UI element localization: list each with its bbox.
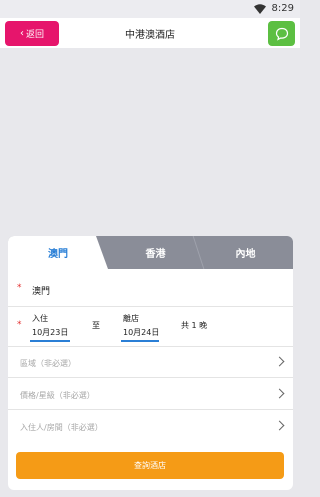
chevron-right-icon xyxy=(274,356,285,367)
price-star-row[interactable]: 價格/星級（非必選） xyxy=(8,378,293,410)
hotel-search-panel: 澳門 香港 內地 * 澳門 * 入住 10月23日 至 離店 10月24日 共 … xyxy=(8,236,293,490)
city-row[interactable]: * 澳門 xyxy=(8,269,293,307)
city-value: 澳門 xyxy=(32,287,51,297)
chevron-right-icon xyxy=(274,420,285,431)
page-title: 中港澳酒店 xyxy=(125,30,175,41)
chevron-right-icon xyxy=(274,388,285,399)
wifi-icon xyxy=(254,4,266,14)
tab-macau[interactable]: 澳門 xyxy=(8,236,108,269)
region-tabs: 澳門 香港 內地 xyxy=(8,236,293,269)
price-star-label: 價格/星級（非必選） xyxy=(20,391,95,400)
chat-bubble-icon xyxy=(275,27,288,41)
nights-count: 共 1 晚 xyxy=(181,321,208,330)
required-mark: * xyxy=(17,283,22,293)
guests-rooms-row[interactable]: 入住人/房間（非必選） xyxy=(8,410,293,443)
checkin-date[interactable]: 10月23日 xyxy=(32,327,68,338)
district-row[interactable]: 區域（非必選） xyxy=(8,347,293,378)
chat-button[interactable] xyxy=(268,21,295,46)
checkout-label: 離店 xyxy=(123,314,139,323)
checkin-label: 入住 xyxy=(32,314,48,323)
search-hotels-button[interactable]: 查詢酒店 xyxy=(16,452,284,479)
checkout-date[interactable]: 10月24日 xyxy=(123,327,159,338)
status-time: 8:29 xyxy=(271,3,294,14)
tab-mainland[interactable]: 內地 xyxy=(198,236,293,269)
district-label: 區域（非必選） xyxy=(20,359,76,368)
guests-rooms-label: 入住人/房間（非必選） xyxy=(20,423,103,432)
checkout-underline xyxy=(121,340,159,342)
date-row: * 入住 10月23日 至 離店 10月24日 共 1 晚 xyxy=(8,307,293,347)
status-bar: 8:29 xyxy=(0,0,300,18)
date-separator: 至 xyxy=(92,321,100,330)
tab-hongkong[interactable]: 香港 xyxy=(108,236,203,269)
top-header: ‹ 返回 中港澳酒店 xyxy=(0,18,300,48)
checkin-underline xyxy=(30,340,70,342)
required-mark: * xyxy=(17,320,22,330)
